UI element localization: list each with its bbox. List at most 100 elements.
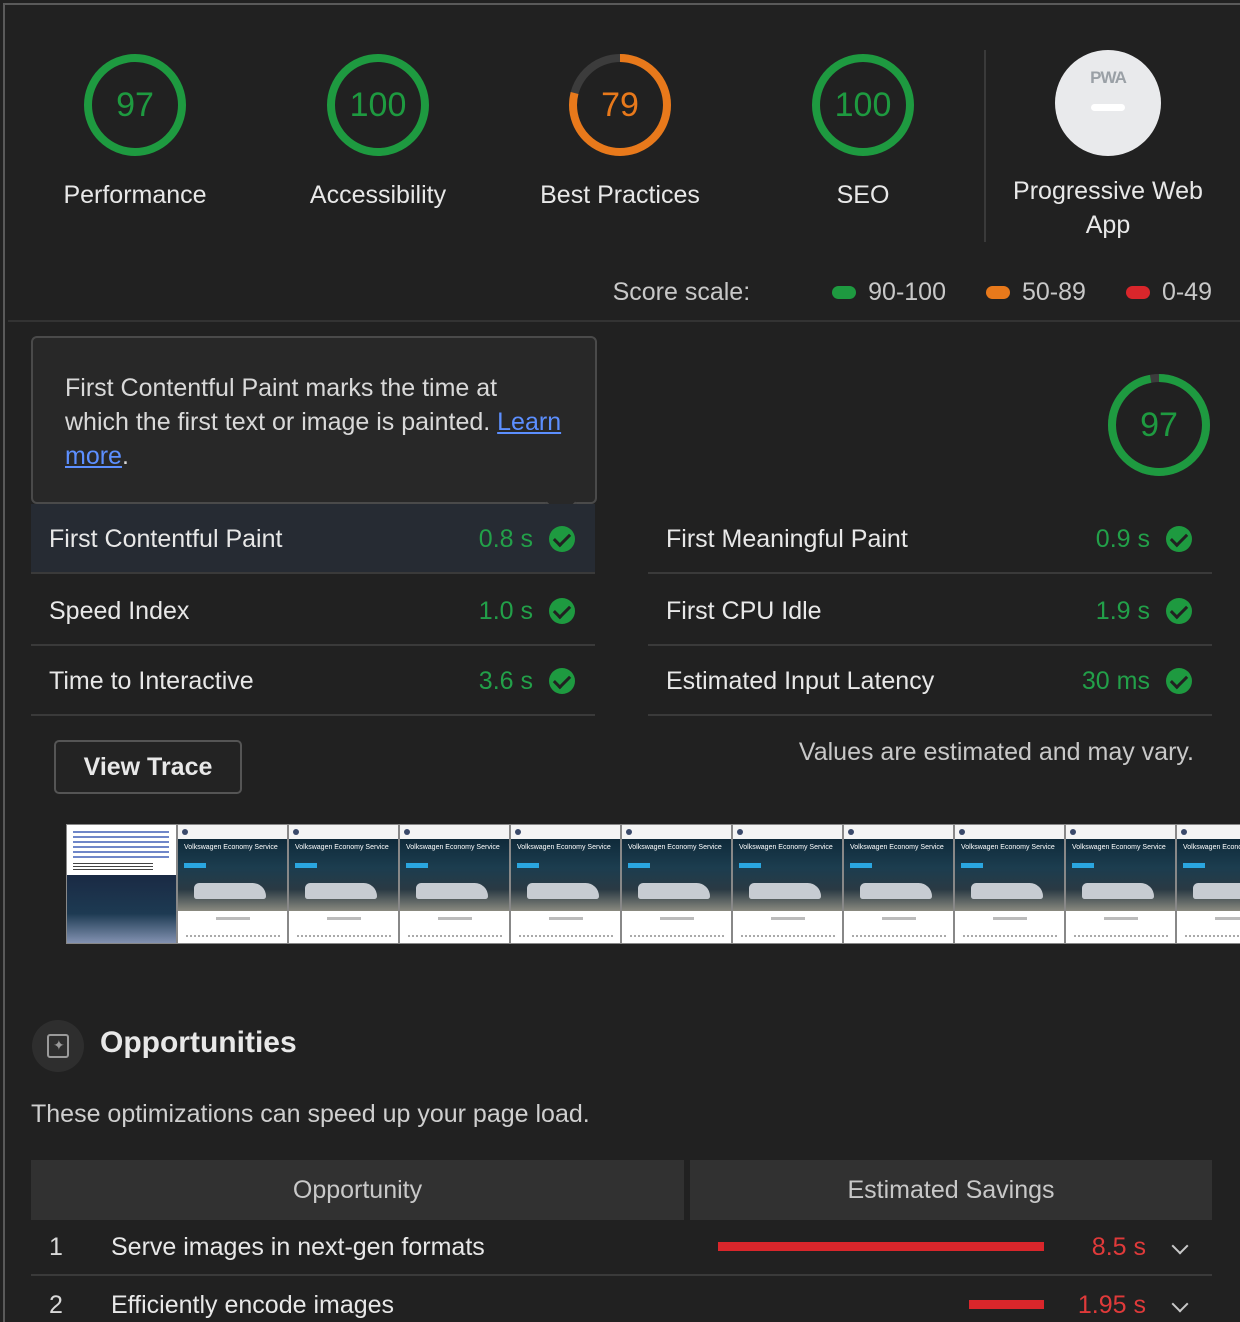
car-image [1193,883,1240,899]
vw-logo-icon [293,829,299,835]
filmstrip-frame: Volkswagen Economy Service [1176,824,1240,944]
gauge-label: SEO [836,181,890,209]
opportunity-index: 1 [49,1233,63,1261]
vw-logo-icon [737,829,743,835]
check-icon [1166,598,1192,624]
score-ring: 79 [567,52,673,158]
vw-logo-icon [1181,829,1187,835]
vw-logo-icon [182,829,188,835]
frame-caption: Volkswagen Economy Service [517,844,611,851]
range-label: 50-89 [1022,278,1086,306]
filmstrip-frame: Volkswagen Economy Service [843,824,954,944]
metric-estimated-input-latency[interactable]: Estimated Input Latency 30 ms [648,646,1212,716]
metric-name: Time to Interactive [49,667,254,695]
savings-bar [718,1242,1044,1251]
score-scale-label: Score scale: [612,278,751,306]
frame-caption: Volkswagen Economy Service [295,844,389,851]
gauge-performance[interactable]: 97 Performance [35,52,235,212]
metric-first-meaningful-paint[interactable]: First Meaningful Paint 0.9 s [648,504,1212,574]
gauge-best-practices[interactable]: 79 Best Practices [520,52,720,212]
gauge-label: Accessibility [309,181,447,209]
filmstrip-frame [66,824,177,944]
frame-caption: Volkswagen Economy Service [1072,844,1166,851]
metric-name: Estimated Input Latency [666,667,935,695]
frame-caption: Volkswagen Economy Service [850,844,944,851]
filmstrip-frame: Volkswagen Economy Service [177,824,288,944]
frame-caption-block [73,863,153,871]
view-trace-button[interactable]: View Trace [54,740,242,794]
vw-logo-icon [626,829,632,835]
column-header-savings: Estimated Savings [690,1160,1212,1220]
filmstrip-frame: Volkswagen Economy Service [1065,824,1176,944]
filmstrip-frame: Volkswagen Economy Service [954,824,1065,944]
pwa-badge-text: PWA [1090,68,1127,87]
opportunities-description: These optimizations can speed up your pa… [31,1100,590,1128]
metric-value: 30 ms [1081,667,1150,695]
car-image [1082,883,1154,899]
score-value: 100 [349,86,407,124]
check-icon [1166,526,1192,552]
metric-value: 0.9 s [1095,525,1150,553]
metric-name: Speed Index [49,597,190,625]
score-scale-fail: 0-49 [1125,278,1212,307]
metric-value: 1.9 s [1095,597,1150,625]
frame-hero [67,875,176,943]
car-image [638,883,710,899]
score-value: 100 [834,86,892,124]
vw-logo-icon [515,829,521,835]
metric-tooltip: First Contentful Paint marks the time at… [31,336,597,504]
performance-score-ring: 97 [1106,372,1212,478]
metric-name: First Contentful Paint [49,525,283,553]
vw-logo-icon [404,829,410,835]
opportunity-row[interactable]: 2 Efficiently encode images 1.95 s [31,1276,1212,1322]
gauge-accessibility[interactable]: 100 Accessibility [278,52,478,212]
gauge-pwa[interactable]: PWA Progressive Web App [1008,50,1208,242]
metric-name: First CPU Idle [666,597,822,625]
metric-first-contentful-paint[interactable]: First Contentful Paint 0.8 s [31,504,595,574]
tooltip-text: First Contentful Paint marks the time at… [65,374,498,436]
filmstrip-frame: Volkswagen Economy Service [288,824,399,944]
metric-value: 0.8 s [478,525,533,553]
score-scale-average: 50-89 [986,278,1086,307]
metric-name: First Meaningful Paint [666,525,908,553]
car-image [194,883,266,899]
chevron-down-icon[interactable] [1171,1237,1189,1255]
filmstrip: Volkswagen Economy Service Volkswagen Ec… [66,824,1240,944]
metric-speed-index[interactable]: Speed Index 1.0 s [31,576,595,646]
filmstrip-frame: Volkswagen Economy Service [621,824,732,944]
chevron-down-icon[interactable] [1171,1295,1189,1313]
car-image [527,883,599,899]
car-image [971,883,1043,899]
gauge-seo[interactable]: 100 SEO [763,52,963,212]
opportunities-title: Opportunities [100,1026,297,1059]
check-icon [549,598,575,624]
pass-pill-icon [832,286,857,299]
frame-caption: Volkswagen Economy Service [1183,844,1240,851]
check-icon [1166,668,1192,694]
metric-first-cpu-idle[interactable]: First CPU Idle 1.9 s [648,576,1212,646]
frame-caption: Volkswagen Economy Service [184,844,278,851]
opportunity-name: Efficiently encode images [111,1291,395,1319]
check-icon [549,526,575,552]
car-image [749,883,821,899]
opportunity-row[interactable]: 1 Serve images in next-gen formats 8.5 s [31,1218,1212,1276]
vw-logo-icon [848,829,854,835]
column-header-opportunity: Opportunity [31,1160,684,1220]
frame-text-block [73,831,169,861]
vw-logo-icon [1070,829,1076,835]
metric-time-to-interactive[interactable]: Time to Interactive 3.6 s [31,646,595,716]
filmstrip-frame: Volkswagen Economy Service [399,824,510,944]
score-value: 79 [601,86,639,124]
range-label: 0-49 [1161,278,1212,306]
average-pill-icon [986,286,1010,299]
savings-value: 1.95 s [1077,1291,1146,1319]
filmstrip-frame: Volkswagen Economy Service [510,824,621,944]
savings-bar [969,1300,1044,1309]
frame-caption: Volkswagen Economy Service [739,844,833,851]
score-value: 97 [116,86,154,124]
tooltip-suffix: . [121,442,129,470]
car-image [416,883,488,899]
gauge-divider [984,50,986,242]
performance-score-value: 97 [1140,406,1178,444]
pwa-dash-icon [1091,104,1125,111]
